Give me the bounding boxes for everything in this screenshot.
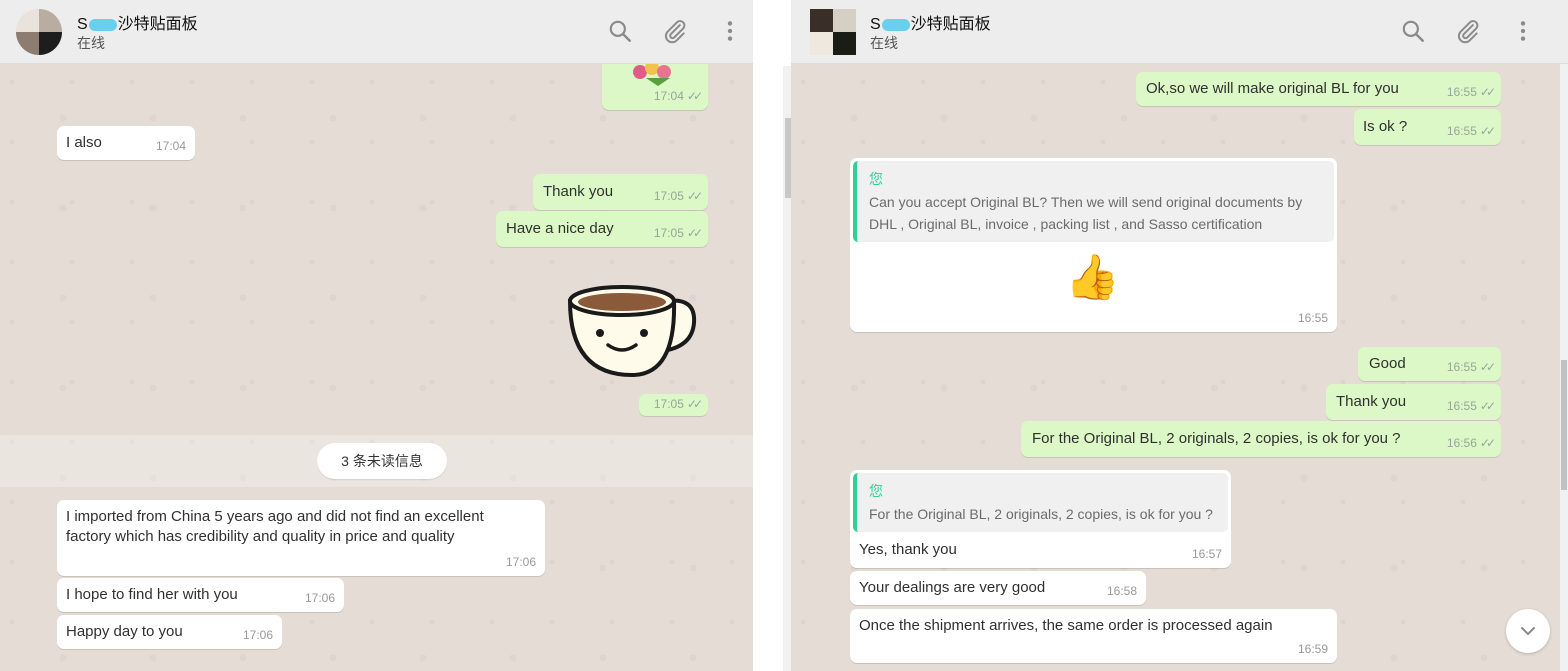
scrollbar-track[interactable] <box>1560 64 1568 671</box>
message-meta: 16:56 ✓✓ <box>1446 436 1496 450</box>
message-incoming[interactable]: Your dealings are very good 16:58 <box>850 571 1146 605</box>
quote-text: Can you accept Original BL? Then we will… <box>869 194 1303 232</box>
chat-header: S 沙特贴面板 在线 <box>0 0 753 64</box>
message-incoming[interactable]: Once the shipment arrives, the same orde… <box>850 609 1337 663</box>
message-outgoing[interactable]: Have a nice day 17:05 ✓✓ <box>496 211 708 247</box>
message-sticker-bouquet[interactable]: 17:04 ✓✓ <box>602 64 708 110</box>
message-time: 17:06 <box>304 591 335 605</box>
message-time: 17:06 <box>242 628 273 642</box>
chat-header: S 沙特贴面板 在线 <box>791 0 1568 64</box>
panel-separator <box>753 0 791 671</box>
left-chat-window: S 沙特贴面板 在线 17:04 ✓✓ I also 17:04 Thank you… <box>0 0 753 671</box>
message-text: Ok,so we will make original BL for you <box>1146 80 1399 97</box>
message-outgoing[interactable]: Is ok ? 16:55 ✓✓ <box>1354 109 1501 145</box>
message-text: Good <box>1369 355 1406 372</box>
contact-status: 在线 <box>77 35 105 51</box>
message-outgoing[interactable]: Ok,so we will make original BL for you 1… <box>1136 72 1501 106</box>
message-text: I imported from China 5 years ago and di… <box>66 508 484 545</box>
more-vertical-icon[interactable] <box>1510 18 1536 44</box>
unread-divider: 3 条未读信息 <box>0 435 753 487</box>
paperclip-icon[interactable] <box>1455 18 1481 44</box>
message-time: 16:57 <box>1191 547 1222 561</box>
quote-author: 您 <box>869 483 883 499</box>
message-text: Once the shipment arrives, the same orde… <box>859 617 1273 634</box>
message-text: I hope to find her with you <box>66 586 238 603</box>
message-meta: 16:55 ✓✓ <box>1446 360 1496 374</box>
scroll-to-bottom-button[interactable] <box>1506 609 1550 653</box>
message-list[interactable]: 17:04 ✓✓ I also 17:04 Thank you 17:05 ✓✓ H… <box>0 64 753 671</box>
scrollbar-thumb[interactable] <box>1561 360 1567 490</box>
message-text: Happy day to you <box>66 623 183 640</box>
search-icon[interactable] <box>607 18 633 44</box>
avatar[interactable] <box>810 9 856 55</box>
message-time: 17:06 <box>505 555 536 569</box>
message-text: Your dealings are very good <box>859 579 1046 596</box>
message-incoming[interactable]: I also 17:04 <box>57 126 195 160</box>
contact-name-prefix: S <box>870 16 881 33</box>
message-time: 16:59 <box>1297 642 1328 656</box>
message-time: 17:04 <box>155 139 186 153</box>
message-outgoing[interactable]: Thank you 17:05 ✓✓ <box>533 174 708 210</box>
contact-name[interactable]: S 沙特贴面板 <box>77 10 198 34</box>
more-vertical-icon[interactable] <box>717 18 743 44</box>
unread-badge: 3 条未读信息 <box>317 443 447 479</box>
right-chat-window: S 沙特贴面板 在线 Ok,so we will make original BL… <box>791 0 1568 671</box>
message-incoming[interactable]: Happy day to you 17:06 <box>57 615 282 649</box>
message-list[interactable]: Ok,so we will make original BL for you 1… <box>791 64 1568 671</box>
contact-status: 在线 <box>870 35 898 51</box>
bouquet-sticker-icon <box>633 64 671 86</box>
contact-name-suffix: 沙特贴面板 <box>117 16 198 33</box>
message-meta: 17:05 ✓✓ <box>653 226 703 240</box>
coffee-cup-sticker-icon[interactable] <box>566 279 702 379</box>
paperclip-icon[interactable] <box>662 18 688 44</box>
message-sticker-meta[interactable]: 17:05 ✓✓ <box>639 394 708 416</box>
chevron-down-icon <box>1521 627 1535 636</box>
message-time: 16:55 <box>1297 311 1328 325</box>
message-meta: 16:55 ✓✓ <box>1446 85 1496 99</box>
quoted-message[interactable]: 您 For the Original BL, 2 originals, 2 co… <box>853 473 1228 532</box>
message-text: Is ok ? <box>1363 118 1408 135</box>
redaction-mark <box>88 18 117 31</box>
message-time: 16:58 <box>1106 584 1137 598</box>
message-incoming[interactable]: I hope to find her with you 17:06 <box>57 578 344 612</box>
quote-author: 您 <box>869 171 883 187</box>
contact-name-prefix: S <box>77 16 88 33</box>
message-text: Thank you <box>1336 393 1407 410</box>
message-text: Have a nice day <box>506 220 614 237</box>
message-text: For the Original BL, 2 originals, 2 copi… <box>1032 430 1401 447</box>
quote-text: For the Original BL, 2 originals, 2 copi… <box>869 506 1213 522</box>
message-meta: 17:05 ✓✓ <box>653 189 703 203</box>
message-meta: 16:55 ✓✓ <box>1446 124 1496 138</box>
avatar[interactable] <box>16 9 62 55</box>
quoted-message[interactable]: 您 Can you accept Original BL? Then we wi… <box>853 161 1334 242</box>
message-incoming-reply[interactable]: 您 For the Original BL, 2 originals, 2 co… <box>850 470 1231 568</box>
contact-name-suffix: 沙特贴面板 <box>910 16 991 33</box>
message-outgoing[interactable]: For the Original BL, 2 originals, 2 copi… <box>1021 421 1501 457</box>
message-incoming-reply[interactable]: 您 Can you accept Original BL? Then we wi… <box>850 158 1337 332</box>
message-text: I also <box>66 134 102 151</box>
redaction-mark <box>881 18 910 31</box>
message-incoming[interactable]: I imported from China 5 years ago and di… <box>57 500 545 576</box>
message-text: Thank you <box>543 183 614 200</box>
message-outgoing[interactable]: Good 16:55 ✓✓ <box>1358 347 1501 381</box>
search-icon[interactable] <box>1400 18 1426 44</box>
thumbs-up-emoji: 👍 <box>1065 252 1120 303</box>
message-text: Yes, thank you <box>859 541 957 558</box>
message-outgoing[interactable]: Thank you 16:55 ✓✓ <box>1326 384 1501 420</box>
message-meta: 17:04 ✓✓ <box>653 89 703 103</box>
message-meta: 16:55 ✓✓ <box>1446 399 1496 413</box>
message-meta: 17:05 ✓✓ <box>653 397 703 411</box>
contact-name[interactable]: S 沙特贴面板 <box>870 10 991 34</box>
